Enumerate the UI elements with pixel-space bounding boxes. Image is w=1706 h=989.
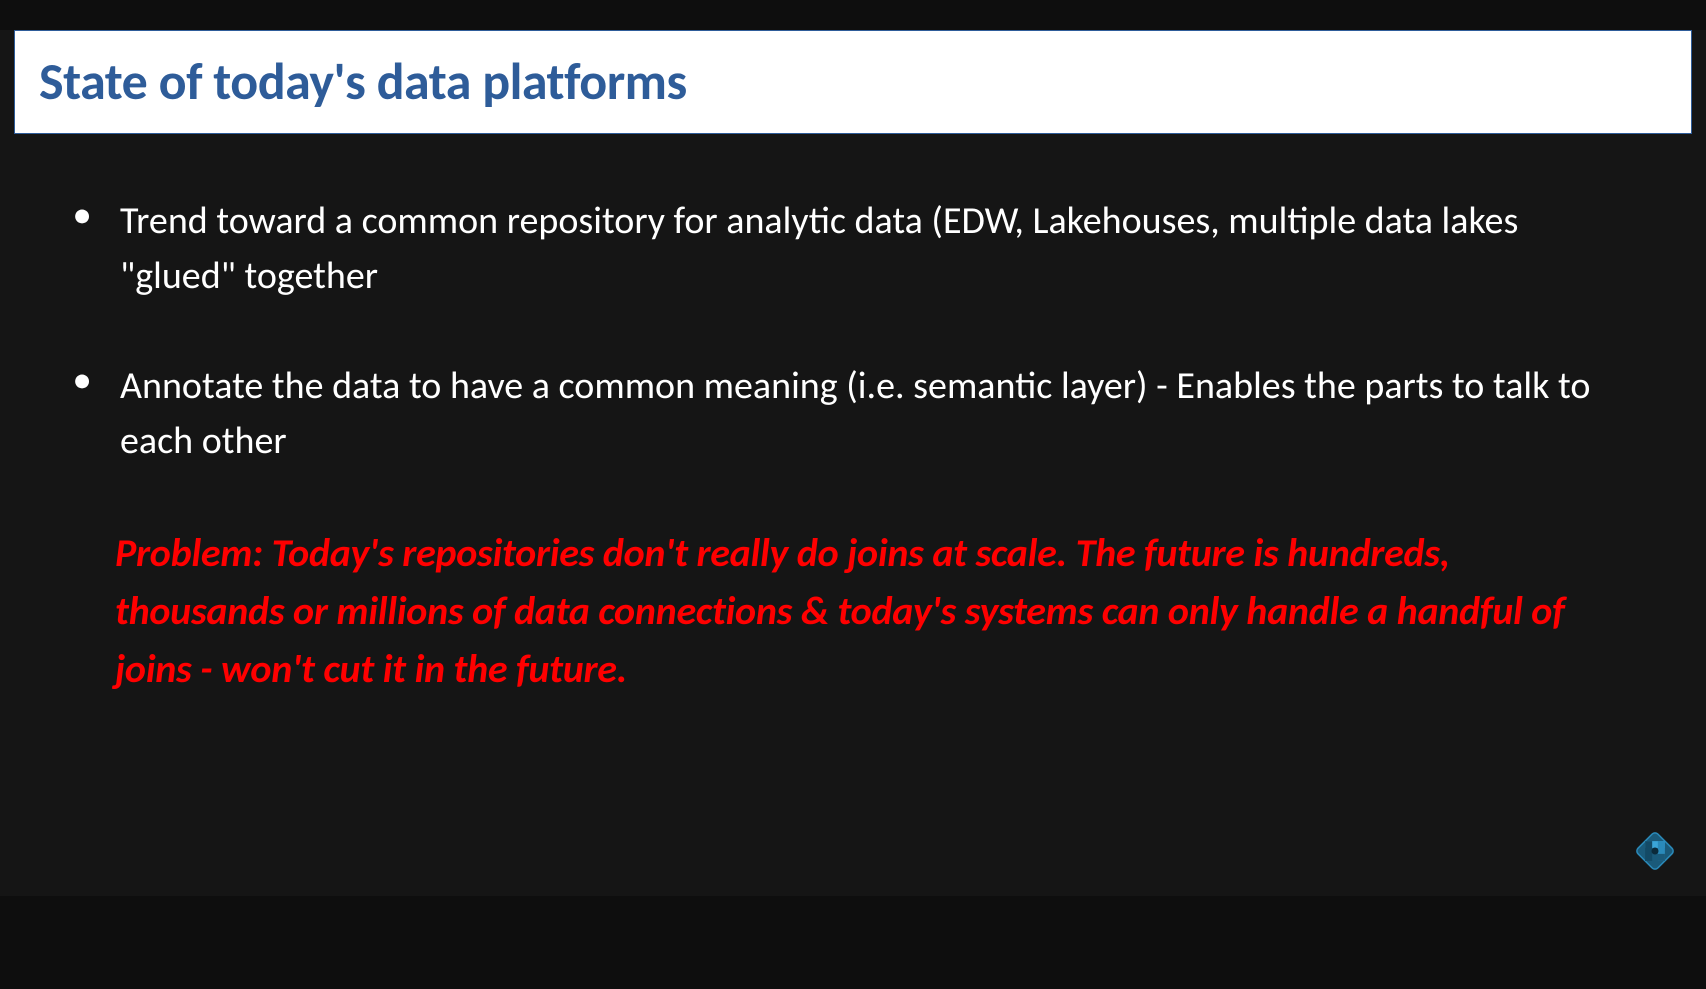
title-bar: State of today's data platforms	[14, 30, 1692, 134]
slide-container: State of today's data platforms Trend to…	[0, 30, 1706, 896]
problem-statement: Problem: Today's repositories don't real…	[65, 524, 1641, 698]
bullet-item: Trend toward a common repository for ana…	[65, 194, 1641, 304]
bullet-item: Annotate the data to have a common meani…	[65, 359, 1641, 469]
slide-content: Trend toward a common repository for ana…	[0, 134, 1706, 698]
company-logo-icon	[1632, 828, 1678, 874]
bullet-list: Trend toward a common repository for ana…	[65, 194, 1641, 469]
slide-title: State of today's data platforms	[39, 49, 1667, 113]
